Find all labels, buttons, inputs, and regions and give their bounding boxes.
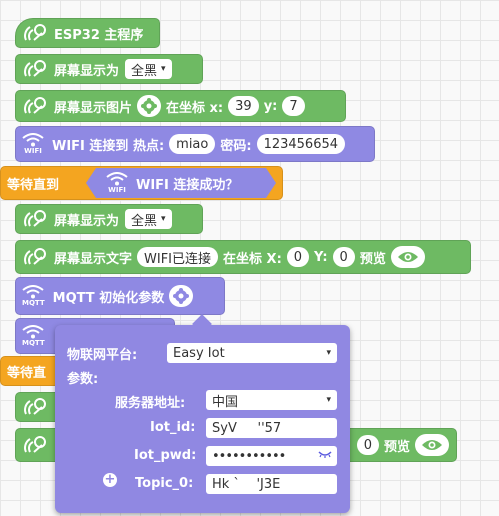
iot-id-input[interactable]: SyV ''57 [206,418,337,438]
server-label: 服务器地址: [115,396,186,411]
main-program-label: ESP32 主程序 [54,27,144,43]
preview-eye-button[interactable] [415,434,449,456]
iot-pwd-input[interactable]: ••••••••••• [206,446,337,466]
eye-icon [422,440,442,450]
platform-select[interactable]: Easy Iot ▾ [167,343,337,363]
topic-label: Topic_0: [135,476,194,491]
y-input[interactable]: 0 [356,435,379,455]
hide-password-icon[interactable] [318,448,332,464]
image-picker-button[interactable] [137,95,162,117]
screen-module-icon [22,434,48,456]
topic-value: Hk ` 'J3E [212,476,281,492]
screen-display-label: 屏幕显示为 [54,213,120,229]
mqtt-settings-button[interactable] [169,285,194,307]
iot-id-label: Iot_id: [150,420,196,435]
dropdown-arrow-icon: ▾ [161,214,166,224]
wait-until-label: 等待直 [7,365,47,381]
coord-label: 在坐标 x: [166,100,224,116]
mqtt-icon-text: MQTT [22,299,45,307]
screen-text-label: 屏幕显示文字 [54,251,133,267]
coord-label: 在坐标 X: [223,251,282,267]
screen-display-block[interactable]: 屏幕显示为 全黑 ▾ [15,54,203,84]
chevron-down-icon: ▾ [326,395,331,405]
wifi-icon-text: WIFI [24,147,42,155]
mqtt-settings-panel: 物联网平台: Easy Iot ▾ 参数: 服务器地址: 中国 ▾ Iot_id… [55,314,350,513]
iot-pwd-label: Iot_pwd: [134,448,197,463]
wait-until-label: 等待直到 [7,177,60,193]
wifi-icon-text: WIFI [108,186,126,194]
y-input[interactable]: 0 [332,247,355,267]
panel-notch [192,314,212,334]
screen-module-icon [22,95,48,117]
server-select[interactable]: 中国 ▾ [206,390,337,410]
screen-module-icon [22,22,48,44]
preview-label: 预览 [383,439,410,455]
y-label: y: [263,98,278,114]
esp32-main-block[interactable]: ESP32 主程序 [15,18,160,48]
screen-display-label: 屏幕显示为 [54,63,120,79]
mqtt-icon-text: MQTT [22,339,45,347]
eye-icon [397,252,418,262]
screen-module-icon [22,396,48,418]
dropdown-arrow-icon: ▾ [161,64,166,74]
iot-id-value: SyV ''57 [212,420,282,436]
screen-module-icon [22,246,48,268]
wifi-connected-condition[interactable]: WIFI WIFI 连接成功？ [86,168,276,198]
screen-mode-dropdown[interactable]: 全黑 ▾ [125,59,172,79]
platform-label: 物联网平台: [67,348,138,363]
screen-module-icon [22,58,48,80]
wifi-connect-label: WIFI 连接到 热点: [52,138,165,154]
ssid-input[interactable]: miao [169,134,216,154]
preview-eye-button[interactable] [390,246,425,268]
y-label: Y: [314,249,328,265]
y-input[interactable]: 7 [282,96,305,116]
chevron-down-icon: ▾ [326,348,331,358]
params-label: 参数: [67,372,99,387]
wifi-password-input[interactable]: 123456654 [256,134,346,154]
screen-mode-value: 全黑 [131,213,158,229]
screen-image-block[interactable]: 屏幕显示图片 在坐标 x: 39 y: 7 [15,90,346,122]
password-label: 密码: [220,138,252,154]
mqtt-icon: MQTT [22,285,45,307]
display-text-input[interactable]: WIFI已连接 [137,247,219,267]
screen-mode-value: 全黑 [131,63,158,79]
platform-value: Easy Iot [173,345,225,361]
mqtt-init-block[interactable]: MQTT MQTT 初始化参数 [15,277,225,315]
wifi-connect-block[interactable]: WIFI WIFI 连接到 热点: miao 密码: 123456654 [15,126,375,162]
add-topic-button[interactable]: + [103,473,117,487]
wifi-icon: WIFI [22,133,44,155]
mqtt-icon: MQTT [22,325,45,347]
preview-label: 预览 [359,251,386,267]
gear-icon [141,98,158,114]
topic-input[interactable]: Hk ` 'J3E [206,474,337,494]
mqtt-init-label: MQTT 初始化参数 [52,290,165,306]
screen-text-block[interactable]: 屏幕显示文字 WIFI已连接 在坐标 X: 0 Y: 0 预览 [15,240,471,274]
x-input[interactable]: 0 [286,247,310,267]
wifi-condition-label: WIFI 连接成功？ [136,177,239,193]
screen-module-icon [22,208,48,230]
screen-display-block[interactable]: 屏幕显示为 全黑 ▾ [15,204,203,234]
screen-image-label: 屏幕显示图片 [54,100,133,116]
screen-mode-dropdown[interactable]: 全黑 ▾ [125,209,172,229]
x-input[interactable]: 39 [228,96,259,116]
server-value: 中国 [212,394,239,410]
iot-pwd-value: ••••••••••• [212,448,286,464]
gear-icon [173,288,190,304]
wifi-icon: WIFI [106,172,128,194]
